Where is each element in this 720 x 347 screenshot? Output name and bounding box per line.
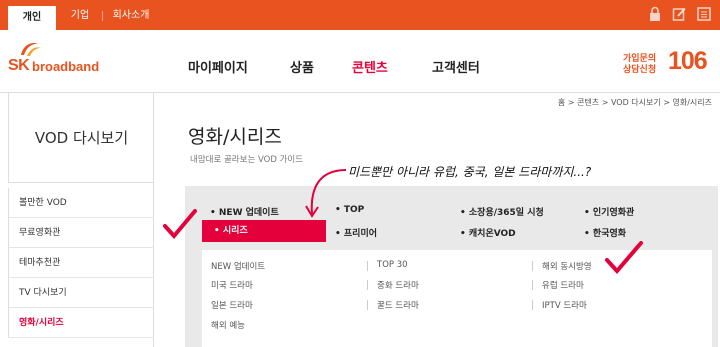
subcategory-item[interactable]: 해외 예능 [211,319,245,331]
subcategory-divider [367,261,368,271]
category-new-update[interactable]: • NEW 업데이트 [210,205,279,218]
sk-logo-icon [21,43,41,56]
left-nav-item-tv-replay[interactable]: TV 다시보기 [8,278,154,308]
left-nav-item-free-movies[interactable]: 무료영화관 [8,218,154,248]
subcategory-item[interactable]: 중화 드라마 [377,279,419,291]
subcategory-item[interactable]: IPTV 드라마 [542,299,587,311]
category-popular-movies[interactable]: • 인기영화관 [584,205,634,218]
logo-broadband-text: broadband [32,59,100,74]
subcategory-divider [532,261,533,271]
gnb-customer-center[interactable]: 고객센터 [432,57,480,76]
subcategory-divider [367,280,368,290]
category-catchon-vod[interactable]: • 캐치온VOD [460,226,516,239]
breadcrumb: 홈 > 콘텐츠 > VOD 다시보기 > 영화/시리즈 [557,98,712,107]
subcategory-item[interactable]: NEW 업데이트 [211,260,265,272]
left-nav-item-movies-series[interactable]: 영화/시리즈 [8,308,154,338]
promo-number[interactable]: 106 [668,47,708,76]
top-bar: 개인 기업 회사소개 [0,0,720,30]
promo-line2: 상담신청 [623,65,657,75]
annotation-arrow-icon [305,169,347,218]
category-owned-365[interactable]: • 소장용/365일 시청 [460,205,544,218]
category-korean-movies[interactable]: • 한국영화 [584,226,626,239]
page-title: 영화/시리즈 [188,126,282,148]
sk-broadband-logo[interactable]: SK broadband [8,40,118,76]
tab-business[interactable]: 기업 [62,4,98,30]
subcategory-item[interactable]: 일본 드라마 [211,299,253,311]
subcategory-item[interactable]: TOP 30 [377,260,408,270]
subcategory-item[interactable]: 유럽 드라마 [542,279,584,291]
subcategory-item[interactable]: 꿀드 드라마 [377,299,419,311]
promo-label[interactable]: 가입문의 상담신청 [623,54,656,76]
subcategory-item[interactable]: 미국 드라마 [211,279,253,291]
subcategory-item[interactable]: 해외 동시방영 [542,260,592,272]
category-premiere[interactable]: • 프리미어 [335,226,377,239]
checkmark-icon [163,209,197,240]
tab-company[interactable]: 회사소개 [106,4,156,30]
promo-line1: 가입문의 [623,54,657,64]
subcategory-divider [532,280,533,290]
gnb-mypage[interactable]: 마이페이지 [188,57,248,76]
menu-icon[interactable] [697,6,711,22]
annotation-text: 미드뿐만 아니라 유럽, 중국, 일본 드라마까지...? [348,165,592,179]
checkmark-icon [605,241,643,274]
tab-personal[interactable]: 개인 [8,4,56,30]
left-nav-item-theme[interactable]: 테마추천관 [8,248,154,278]
edit-icon[interactable] [672,6,686,22]
subcategory-divider [532,300,533,310]
lock-icon[interactable] [648,6,662,22]
gnb-products[interactable]: 상품 [290,57,314,76]
left-nav-item-best-vod[interactable]: 볼만한 VOD [8,188,154,218]
category-series[interactable]: • 시리즈 [202,220,326,242]
logo-sk-text: SK [8,57,30,74]
left-nav-title: VOD 다시보기 [8,93,154,183]
tab-divider [102,11,103,21]
gnb-contents[interactable]: 콘텐츠 [352,57,388,76]
left-nav: VOD 다시보기 볼만한 VOD 무료영화관 테마추천관 TV 다시보기 영화/… [8,93,154,347]
page-subtitle: 내맘대로 골라보는 VOD 가이드 [190,155,304,165]
subcategory-divider [367,300,368,310]
